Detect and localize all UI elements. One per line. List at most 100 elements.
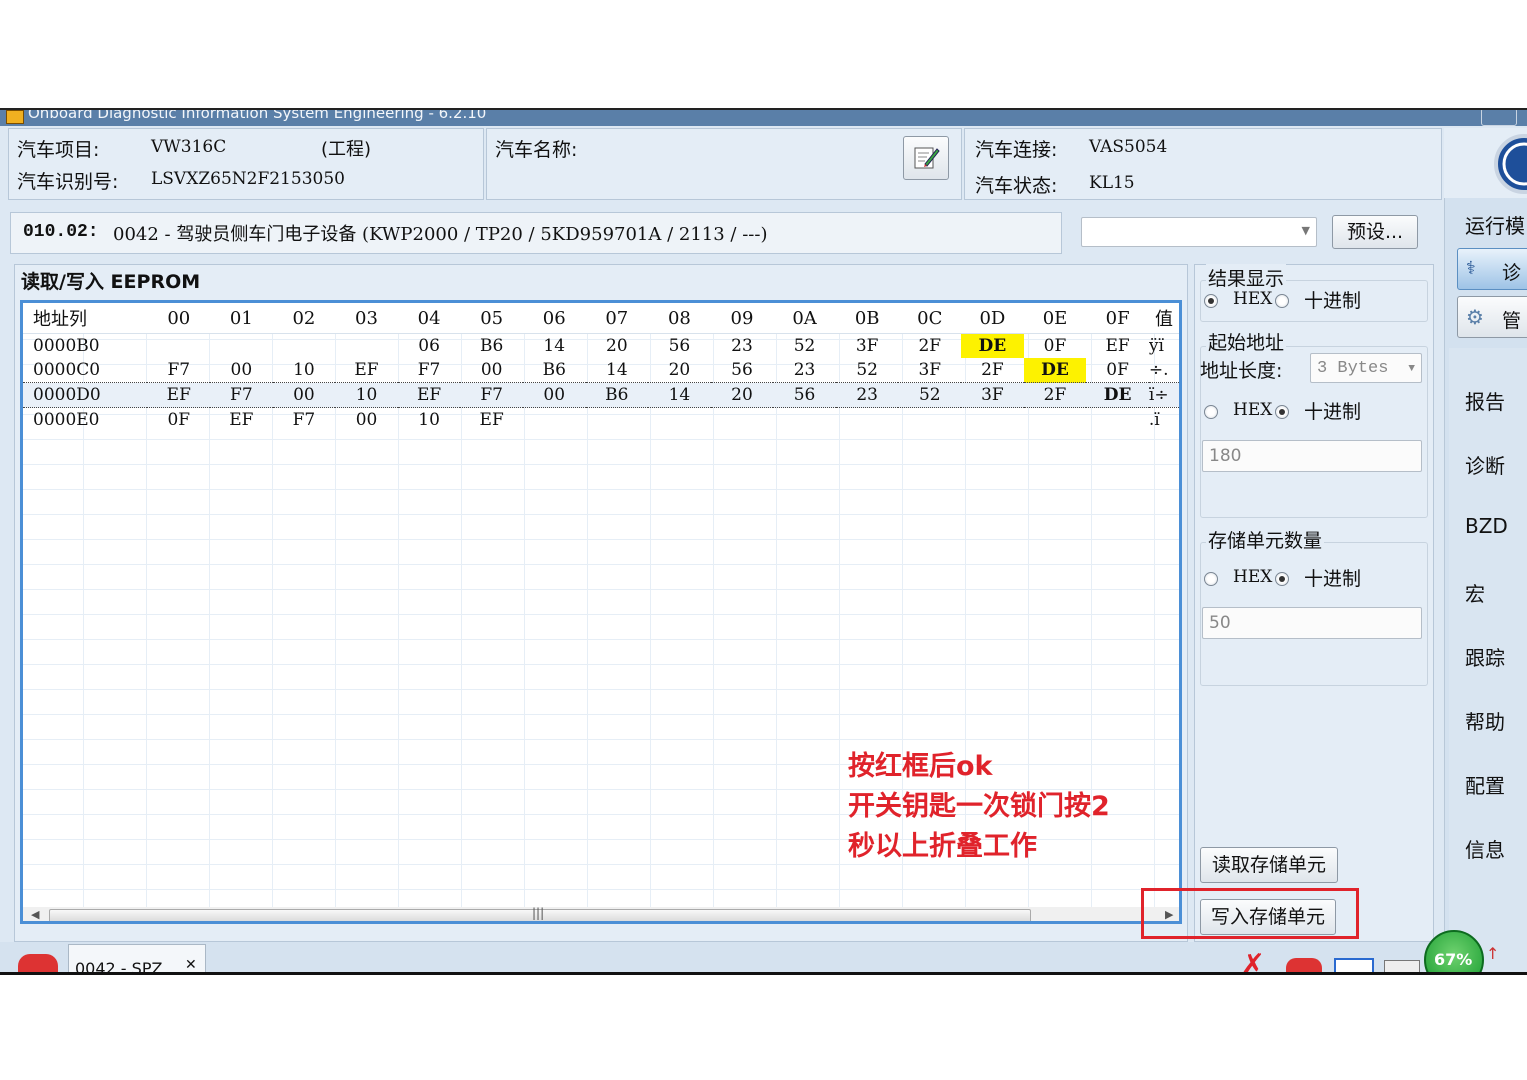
table-row[interactable]: 0000D0 EF F7 00 10 EF F7 00 B6 14 20 56 23 52 3F 2F DE ï÷ bbox=[23, 382, 1179, 408]
column-header[interactable]: 0E bbox=[1023, 303, 1087, 334]
hex-cell[interactable]: 3F bbox=[898, 358, 961, 383]
preset-button[interactable]: 预设... bbox=[1332, 215, 1418, 249]
nav-item[interactable]: 报告 bbox=[1465, 386, 1505, 415]
hex-cell[interactable] bbox=[648, 408, 711, 433]
nav-admin-button[interactable]: ⚙ 管 bbox=[1457, 296, 1527, 338]
close-icon[interactable]: ✕ bbox=[185, 957, 197, 972]
start-dec-radio[interactable] bbox=[1275, 405, 1289, 419]
hex-cell[interactable] bbox=[961, 408, 1024, 433]
hex-cell[interactable]: F7 bbox=[273, 408, 336, 433]
hex-cell[interactable] bbox=[273, 334, 336, 359]
nav-item[interactable]: 跟踪 bbox=[1465, 642, 1505, 671]
column-header[interactable]: 0D bbox=[961, 303, 1024, 334]
hex-cell[interactable]: 14 bbox=[586, 358, 649, 383]
hex-cell[interactable]: 00 bbox=[272, 382, 336, 408]
hex-cell[interactable] bbox=[335, 334, 398, 359]
hex-cell[interactable]: 23 bbox=[711, 334, 774, 359]
hex-cell[interactable] bbox=[210, 334, 273, 359]
hex-cell[interactable]: 52 bbox=[898, 382, 962, 408]
hex-cell[interactable]: 10 bbox=[273, 358, 336, 383]
hex-cell[interactable]: F7 bbox=[210, 382, 273, 408]
read-cells-button[interactable]: 读取存储单元 bbox=[1200, 847, 1338, 883]
hex-cell[interactable]: 56 bbox=[773, 382, 836, 408]
hex-cell[interactable]: 20 bbox=[648, 358, 711, 383]
nav-item[interactable]: 信息 bbox=[1465, 834, 1505, 863]
column-header[interactable]: 06 bbox=[522, 303, 586, 334]
hex-cell[interactable]: 52 bbox=[773, 334, 836, 359]
hex-cell[interactable] bbox=[773, 408, 836, 433]
column-header[interactable]: 0C bbox=[898, 303, 962, 334]
hex-cell[interactable]: 00 bbox=[335, 408, 398, 433]
hex-cell[interactable]: 14 bbox=[523, 334, 586, 359]
hex-cell[interactable]: 06 bbox=[398, 334, 461, 359]
column-header[interactable]: 04 bbox=[397, 303, 461, 334]
hex-cell[interactable]: B6 bbox=[585, 382, 649, 408]
address-cell[interactable]: 0000D0 bbox=[23, 382, 148, 408]
hex-cell[interactable]: 56 bbox=[711, 358, 774, 383]
hex-cell[interactable]: 20 bbox=[710, 382, 774, 408]
hex-cell[interactable]: 56 bbox=[648, 334, 711, 359]
hex-cell[interactable]: 0F bbox=[1024, 334, 1087, 359]
hex-cell[interactable]: 10 bbox=[398, 408, 461, 433]
table-row[interactable]: 0000C0 F7 00 10 EF F7 00 B6 14 20 56 23 52 3F 2F DE 0F ÷. bbox=[23, 358, 1179, 383]
result-hex-radio[interactable] bbox=[1204, 294, 1218, 308]
hex-cell[interactable]: B6 bbox=[523, 358, 586, 383]
horizontal-scrollbar[interactable]: ◀ ||| ▶ bbox=[23, 906, 1179, 921]
table-row[interactable]: 0000B0 06 B6 14 20 56 23 52 3F 2F DE 0F EF ÿï bbox=[23, 333, 1179, 359]
hex-cell[interactable]: 00 bbox=[210, 358, 273, 383]
column-header[interactable]: 02 bbox=[272, 303, 336, 334]
scrollbar-thumb[interactable]: ||| bbox=[49, 906, 1031, 921]
hex-cell[interactable]: F7 bbox=[147, 358, 210, 383]
hex-cell[interactable]: DE bbox=[1023, 358, 1087, 383]
start-hex-radio[interactable] bbox=[1204, 405, 1218, 419]
column-header[interactable]: 值 bbox=[1148, 303, 1179, 334]
hex-cell[interactable]: 23 bbox=[773, 358, 836, 383]
hex-cell[interactable]: 2F bbox=[898, 334, 961, 359]
column-header[interactable]: 01 bbox=[210, 303, 273, 334]
hex-cell[interactable]: F7 bbox=[460, 382, 523, 408]
hex-cell[interactable] bbox=[1024, 408, 1087, 433]
scroll-left-icon[interactable]: ◀ bbox=[31, 908, 39, 921]
hex-cell[interactable]: EF bbox=[460, 408, 523, 433]
nav-item[interactable]: 帮助 bbox=[1465, 706, 1505, 735]
address-cell[interactable]: 0000E0 bbox=[23, 408, 147, 433]
column-header[interactable]: 05 bbox=[460, 303, 523, 334]
hex-cell[interactable]: 00 bbox=[460, 358, 523, 383]
count-hex-radio[interactable] bbox=[1204, 572, 1218, 586]
hex-cell[interactable]: EF bbox=[335, 358, 398, 383]
column-header[interactable]: 08 bbox=[648, 303, 711, 334]
address-cell[interactable]: 0000B0 bbox=[23, 334, 147, 359]
hex-cell[interactable]: 2F bbox=[961, 358, 1024, 383]
hex-cell[interactable] bbox=[586, 408, 649, 433]
nav-item[interactable]: BZD bbox=[1465, 514, 1508, 538]
count-dec-radio[interactable] bbox=[1275, 572, 1289, 586]
hex-cell[interactable] bbox=[711, 408, 774, 433]
nav-item[interactable]: 宏 bbox=[1465, 578, 1485, 607]
address-length-select[interactable]: 3 Bytes ▼ bbox=[1310, 353, 1422, 383]
hex-cell[interactable] bbox=[898, 408, 961, 433]
hex-cell[interactable]: EF bbox=[397, 382, 461, 408]
nav-diagnosis-button[interactable]: ⚕ 诊 bbox=[1457, 248, 1527, 290]
hex-cell[interactable]: 2F bbox=[1023, 382, 1087, 408]
column-header[interactable]: 03 bbox=[335, 303, 398, 334]
hex-cell[interactable] bbox=[147, 334, 210, 359]
hex-cell[interactable]: EF bbox=[210, 408, 273, 433]
table-row[interactable]: 0000E0 0F EF F7 00 10 EF .ï bbox=[23, 408, 1179, 433]
hex-cell[interactable]: 10 bbox=[335, 382, 398, 408]
hex-cell[interactable]: EF bbox=[147, 382, 211, 408]
hex-cell[interactable]: DE bbox=[961, 333, 1024, 358]
column-header[interactable]: 09 bbox=[710, 303, 774, 334]
edit-button[interactable] bbox=[903, 136, 949, 180]
hex-cell[interactable]: 3F bbox=[961, 382, 1024, 408]
hex-cell[interactable]: 20 bbox=[586, 334, 649, 359]
column-header[interactable]: 00 bbox=[147, 303, 211, 334]
window-close-icon[interactable] bbox=[1481, 110, 1517, 126]
column-header[interactable]: 0B bbox=[835, 303, 899, 334]
hex-cell[interactable]: EF bbox=[1086, 334, 1149, 359]
cell-count-input[interactable]: 50 bbox=[1202, 607, 1422, 639]
hex-cell[interactable]: F7 bbox=[398, 358, 461, 383]
column-header[interactable]: 0F bbox=[1086, 303, 1149, 334]
hex-cell[interactable]: 0F bbox=[1086, 358, 1149, 383]
address-cell[interactable]: 0000C0 bbox=[23, 358, 147, 383]
hex-cell[interactable]: 52 bbox=[836, 358, 899, 383]
